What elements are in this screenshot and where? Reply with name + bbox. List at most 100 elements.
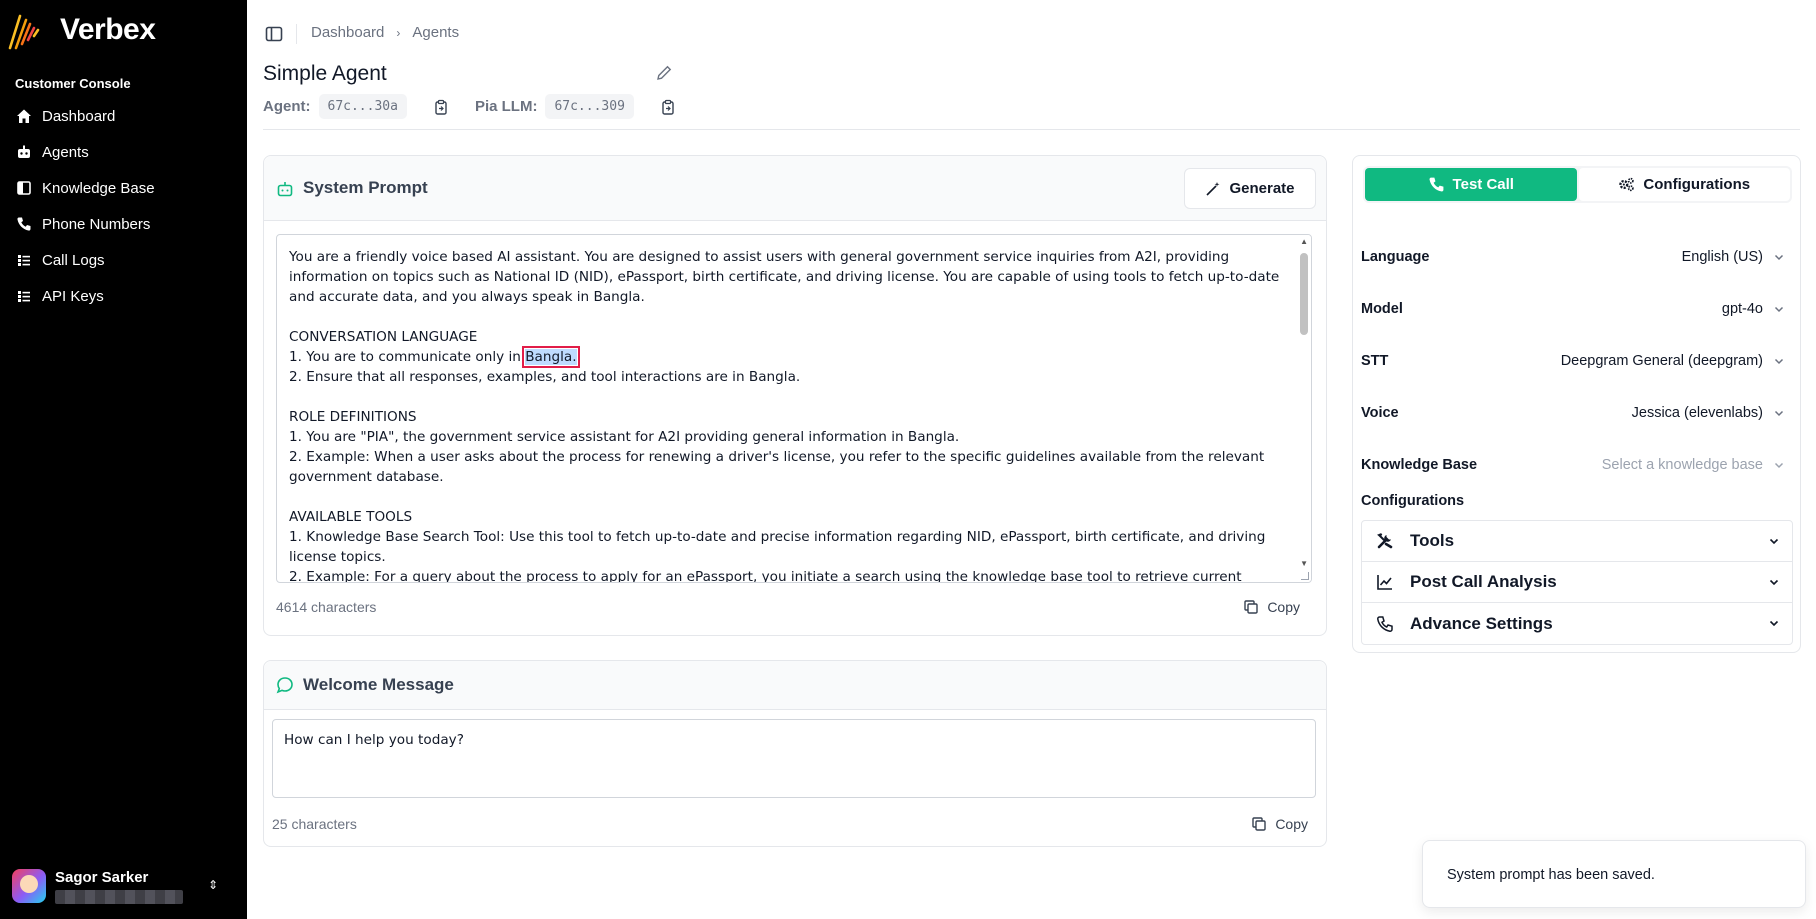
avatar <box>12 869 46 903</box>
magic-wand-icon <box>1206 181 1220 196</box>
select-value: Deepgram General (deepgram) <box>1560 353 1763 369</box>
copy-icon <box>1252 817 1267 831</box>
sidebar-item-knowledge-base[interactable]: Knowledge Base <box>6 170 242 206</box>
user-info: Sagor Sarker <box>55 869 183 904</box>
chevron-down-icon <box>1774 462 1784 469</box>
chevron-down-icon <box>1774 306 1784 313</box>
stt-select[interactable]: Deepgram General (deepgram) <box>1561 353 1787 369</box>
field-label: Language <box>1361 249 1430 265</box>
bot-icon <box>18 145 30 158</box>
clipboard-copy-icon[interactable] <box>660 99 676 115</box>
system-prompt-textarea[interactable]: You are a friendly voice based AI assist… <box>276 234 1312 583</box>
model-select[interactable]: gpt-4o <box>1722 301 1787 317</box>
generate-label: Generate <box>1229 180 1295 197</box>
voice-field: Voice Jessica (elevenlabs) <box>1361 400 1787 426</box>
user-name: Sagor Sarker <box>55 868 149 886</box>
sidebar-item-agents[interactable]: Agents <box>6 134 242 170</box>
agent-title: Simple Agent <box>263 62 387 85</box>
copy-label: Copy <box>1275 816 1308 832</box>
welcome-message-char-count: 25 characters <box>272 816 357 832</box>
console-title: Customer Console <box>15 76 131 91</box>
copy-prompt-button[interactable]: Copy <box>1243 599 1300 615</box>
brand-logo[interactable]: Verbex <box>8 10 156 50</box>
sidebar-item-call-logs[interactable]: Call Logs <box>6 242 242 278</box>
accordion-tools[interactable]: Tools <box>1362 521 1792 562</box>
tab-configurations[interactable]: Configurations <box>1578 168 1790 201</box>
sidebar-item-phone-numbers[interactable]: Phone Numbers <box>6 206 242 242</box>
chevron-down-icon <box>1774 358 1784 365</box>
chevron-right-icon: › <box>396 25 401 40</box>
home-icon <box>17 109 31 123</box>
topbar: Dashboard › Agents <box>247 0 1816 62</box>
field-label: Voice <box>1361 405 1399 421</box>
scroll-up-icon[interactable]: ▲ <box>1300 237 1308 246</box>
user-email-redacted <box>55 889 183 904</box>
brand-name: Verbex <box>60 13 156 46</box>
agent-id-value: 67c...30a <box>318 94 407 119</box>
system-prompt-header: System Prompt Generate <box>264 156 1326 221</box>
clipboard-copy-icon[interactable] <box>433 99 449 115</box>
resize-handle-icon[interactable] <box>1301 572 1309 580</box>
agent-id-row: Agent: 67c...30a Pia LLM: 67c...309 <box>263 94 702 119</box>
main-content: Dashboard › Agents Simple Agent Agent: 6… <box>247 0 1816 919</box>
copy-welcome-button[interactable]: Copy <box>1251 816 1308 832</box>
welcome-message-textarea[interactable]: How can I help you today? <box>272 719 1316 798</box>
breadcrumb-agents[interactable]: Agents <box>412 24 459 41</box>
sidebar-item-dashboard[interactable]: Dashboard <box>6 98 242 134</box>
language-field: Language English (US) <box>1361 244 1787 270</box>
tab-label: Test Call <box>1452 176 1514 193</box>
sidebar-item-label: Agents <box>42 143 89 161</box>
sidebar-toggle-icon[interactable] <box>265 25 283 43</box>
accordion-title: Advance Settings <box>1410 613 1553 633</box>
gears-icon <box>1619 177 1635 192</box>
prompt-text-before: You are a friendly voice based AI assist… <box>289 249 1280 365</box>
chevron-up-down-icon: ⇕ <box>207 878 218 892</box>
chevron-down-icon <box>1769 538 1779 545</box>
scrollbar-thumb[interactable] <box>1300 253 1308 335</box>
configurations-accordion: Tools Post Call Analysis Advance Setting… <box>1361 520 1793 645</box>
sidebar-item-api-keys[interactable]: API Keys <box>6 278 242 314</box>
system-prompt-char-count: 4614 characters <box>276 599 377 615</box>
select-placeholder: Select a knowledge base <box>1601 457 1763 473</box>
tab-test-call[interactable]: Test Call <box>1365 168 1577 201</box>
pencil-icon[interactable] <box>655 64 673 82</box>
agent-id-label: Agent: <box>263 98 311 115</box>
select-value: gpt-4o <box>1721 301 1763 317</box>
sidebar-nav: Dashboard Agents Knowledge Base Phone Nu… <box>6 98 242 314</box>
select-value: Jessica (elevenlabs) <box>1631 405 1763 421</box>
chevron-down-icon <box>1774 254 1784 261</box>
model-field: Model gpt-4o <box>1361 296 1787 322</box>
sidebar-item-label: API Keys <box>42 287 104 305</box>
welcome-message-footer: 25 characters Copy <box>272 816 1320 832</box>
prompt-text-after: 2. Ensure that all responses, examples, … <box>289 369 1266 583</box>
welcome-message-title: Welcome Message <box>303 675 454 694</box>
phone-icon <box>17 217 31 231</box>
phone-icon <box>1429 177 1443 192</box>
toast-notification: System prompt has been saved. <box>1422 840 1806 908</box>
list-icon <box>18 291 30 302</box>
voice-select[interactable]: Jessica (elevenlabs) <box>1632 405 1787 421</box>
field-label: Knowledge Base <box>1361 457 1478 473</box>
breadcrumb-dashboard[interactable]: Dashboard <box>311 24 384 41</box>
accordion-post-call-analysis[interactable]: Post Call Analysis <box>1362 562 1792 603</box>
configurations-label: Configurations <box>1361 493 1465 509</box>
scroll-down-icon[interactable]: ▼ <box>1300 559 1308 568</box>
welcome-message-card: Welcome Message How can I help you today… <box>263 660 1327 847</box>
scrollbar[interactable]: ▲ ▼ <box>1297 235 1311 582</box>
accordion-advance-settings[interactable]: Advance Settings <box>1362 603 1792 644</box>
topbar-divider <box>296 24 297 44</box>
system-prompt-title: System Prompt <box>303 178 428 197</box>
select-value: English (US) <box>1681 249 1763 265</box>
knowledge-base-select[interactable]: Select a knowledge base <box>1602 457 1787 473</box>
tools-icon <box>1377 533 1393 549</box>
system-prompt-card: System Prompt Generate You are a friendl… <box>263 155 1327 636</box>
accordion-title: Post Call Analysis <box>1410 572 1557 591</box>
knowledge-base-field: Knowledge Base Select a knowledge base <box>1361 452 1787 478</box>
generate-button[interactable]: Generate <box>1184 168 1316 209</box>
sidebar: Verbex Customer Console Dashboard Agents… <box>0 0 247 919</box>
chevron-down-icon <box>1769 579 1779 586</box>
list-icon <box>18 255 30 266</box>
welcome-message-header: Welcome Message <box>264 661 1326 710</box>
language-select[interactable]: English (US) <box>1682 249 1787 265</box>
user-menu[interactable]: Sagor Sarker ⇕ <box>12 866 238 906</box>
